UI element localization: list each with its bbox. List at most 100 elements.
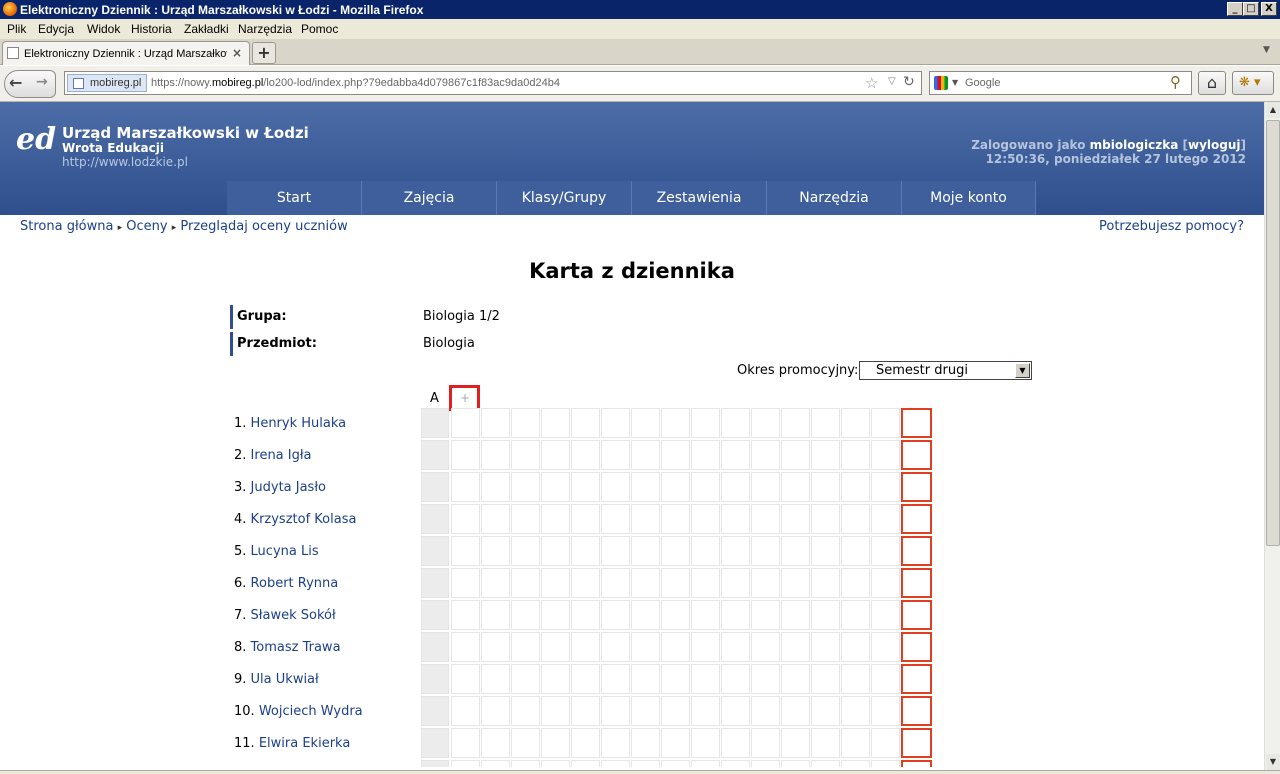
grade-cell[interactable] [631, 504, 660, 534]
student-name-link[interactable]: Judyta Jasło [251, 480, 326, 495]
grade-cell[interactable] [541, 696, 570, 726]
grade-cell[interactable] [661, 664, 690, 694]
grade-cell[interactable] [511, 760, 540, 767]
grade-cell[interactable] [511, 472, 540, 502]
student-name-link[interactable]: Sławek Sokół [251, 608, 336, 623]
grade-cell[interactable] [661, 600, 690, 630]
grade-cell[interactable] [811, 664, 840, 694]
final-grade-cell[interactable] [901, 664, 932, 694]
breadcrumb-home[interactable]: Strona główna [20, 219, 113, 234]
grade-cell[interactable] [811, 632, 840, 662]
grade-cell[interactable] [481, 760, 510, 767]
grade-cell[interactable] [691, 760, 720, 767]
grade-cell[interactable] [751, 760, 780, 767]
final-grade-cell[interactable] [901, 728, 932, 758]
grade-cell-a[interactable] [421, 760, 449, 767]
grade-cell[interactable] [601, 472, 630, 502]
grade-cell[interactable] [871, 472, 900, 502]
grade-cell[interactable] [661, 632, 690, 662]
grade-cell[interactable] [871, 536, 900, 566]
scroll-thumb[interactable] [1266, 120, 1280, 546]
grade-cell[interactable] [691, 728, 720, 758]
student-name-link[interactable]: Robert Rynna [251, 576, 339, 591]
grade-cell[interactable] [691, 536, 720, 566]
grade-cell[interactable] [691, 504, 720, 534]
grade-cell-a[interactable] [421, 472, 449, 502]
grade-cell[interactable] [841, 472, 870, 502]
grade-cell[interactable] [661, 760, 690, 767]
menu-moje-konto[interactable]: Moje konto [902, 181, 1036, 215]
grade-cell[interactable] [721, 760, 750, 767]
grade-cell[interactable] [601, 632, 630, 662]
student-name-link[interactable]: Henryk Hulaka [251, 416, 347, 431]
grade-cell[interactable] [541, 440, 570, 470]
home-button[interactable]: ⌂ [1198, 71, 1226, 95]
grade-cell[interactable] [481, 504, 510, 534]
grade-cell[interactable] [661, 440, 690, 470]
grade-cell[interactable] [781, 600, 810, 630]
grade-cell[interactable] [721, 568, 750, 598]
grade-cell[interactable] [511, 408, 540, 438]
bookmark-star-icon[interactable]: ☆ [865, 74, 878, 92]
grade-cell[interactable] [541, 632, 570, 662]
grade-cell[interactable] [661, 408, 690, 438]
scroll-up-icon[interactable]: ▲ [1266, 102, 1280, 118]
grade-cell[interactable] [721, 472, 750, 502]
search-engine-dropdown-icon[interactable]: ▼ [952, 78, 958, 87]
grade-cell[interactable] [661, 536, 690, 566]
menu-pomoc[interactable]: Pomoc [301, 22, 338, 36]
grade-cell[interactable] [451, 760, 480, 767]
grade-cell[interactable] [871, 504, 900, 534]
grade-cell[interactable] [451, 504, 480, 534]
grade-cell[interactable] [811, 600, 840, 630]
history-dropdown-icon[interactable]: ▽ [888, 76, 896, 87]
grade-cell[interactable] [781, 728, 810, 758]
menu-historia[interactable]: Historia [131, 22, 172, 36]
grade-cell[interactable] [781, 504, 810, 534]
grade-cell[interactable] [871, 568, 900, 598]
grade-cell[interactable] [751, 440, 780, 470]
grade-cell[interactable] [541, 728, 570, 758]
final-grade-cell[interactable] [901, 472, 932, 502]
grade-cell[interactable] [691, 600, 720, 630]
grade-cell[interactable] [751, 632, 780, 662]
grade-cell[interactable] [811, 472, 840, 502]
maximize-button[interactable]: □ [1243, 2, 1259, 16]
grade-cell[interactable] [691, 696, 720, 726]
final-grade-cell[interactable] [901, 440, 932, 470]
final-grade-cell[interactable] [901, 632, 932, 662]
final-grade-cell[interactable] [901, 760, 932, 767]
grade-cell[interactable] [571, 440, 600, 470]
grade-cell[interactable] [811, 760, 840, 767]
grade-cell[interactable] [661, 696, 690, 726]
vertical-scrollbar[interactable]: ▲ ▼ [1264, 102, 1280, 770]
grade-cell[interactable] [841, 536, 870, 566]
grade-cell[interactable] [751, 408, 780, 438]
addon-button[interactable]: ❋ ▾ [1232, 71, 1274, 95]
grade-cell[interactable] [481, 536, 510, 566]
grade-cell[interactable] [571, 504, 600, 534]
grade-cell-a[interactable] [421, 728, 449, 758]
student-name-link[interactable]: Elwira Ekierka [259, 736, 350, 751]
grade-cell[interactable] [721, 440, 750, 470]
grade-cell[interactable] [841, 408, 870, 438]
final-grade-cell[interactable] [901, 504, 932, 534]
grade-cell[interactable] [601, 664, 630, 694]
grade-cell[interactable] [661, 568, 690, 598]
grade-cell[interactable] [691, 664, 720, 694]
grade-cell[interactable] [511, 664, 540, 694]
grade-cell[interactable] [841, 600, 870, 630]
grade-cell-a[interactable] [421, 504, 449, 534]
grade-cell[interactable] [841, 696, 870, 726]
student-name-link[interactable]: Lucyna Lis [251, 544, 319, 559]
grade-cell[interactable] [661, 728, 690, 758]
scroll-down-icon[interactable]: ▼ [1266, 754, 1280, 770]
grade-cell-a[interactable] [421, 664, 449, 694]
grade-cell[interactable] [451, 600, 480, 630]
menu-plik[interactable]: Plik [7, 22, 26, 36]
grade-cell[interactable] [601, 440, 630, 470]
grade-cell[interactable] [781, 440, 810, 470]
tab-list-icon[interactable]: ▼ [1263, 45, 1270, 55]
grade-cell[interactable] [721, 600, 750, 630]
grade-cell[interactable] [451, 664, 480, 694]
